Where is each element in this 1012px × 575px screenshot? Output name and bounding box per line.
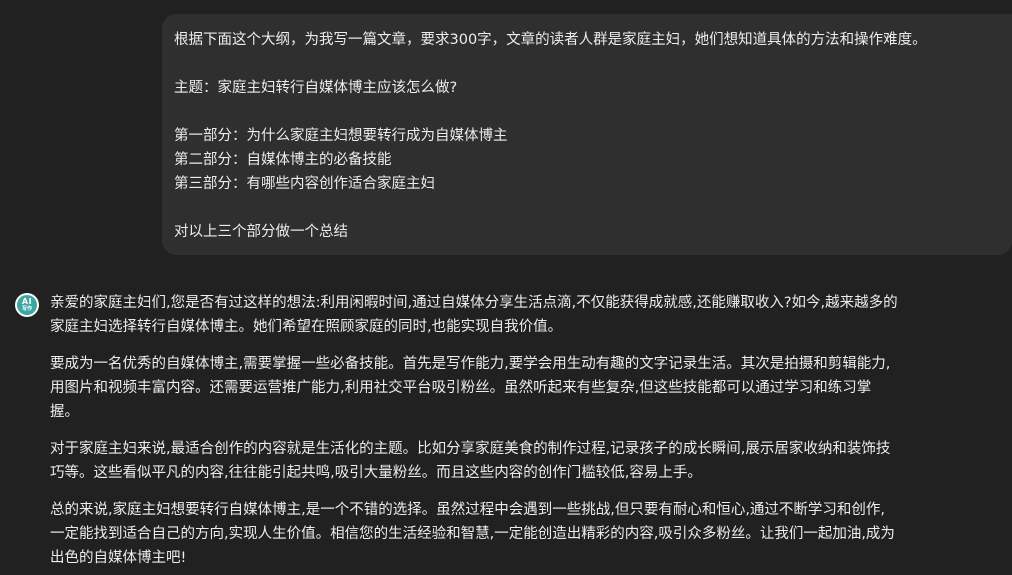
assistant-answer-text: 亲爱的家庭主妇们,您是否有过这样的想法:利用闲暇时间,通过自媒体分享生活点滴,不…: [50, 291, 980, 575]
avatar-sublabel: 写作: [21, 306, 32, 312]
user-message-bubble: 根据下面这个大纲，为我写一篇文章，要求300字，文章的读者人群是家庭主妇，她们想…: [162, 14, 1012, 255]
user-message-line: 第一部分：为什么家庭主妇想要转行成为自媒体博主: [174, 128, 508, 144]
answer-line: 总的来说,家庭主妇想要转行自媒体博主,是一个不错的选择。虽然过程中会遇到一些挑战…: [50, 502, 886, 518]
answer-line: 出色的自媒体博主吧!: [50, 550, 187, 566]
chat-conversation: 根据下面这个大纲，为我写一篇文章，要求300字，文章的读者人群是家庭主妇，她们想…: [0, 0, 1012, 575]
user-message-blank-line: [174, 196, 1000, 220]
answer-line: 亲爱的家庭主妇们,您是否有过这样的想法:利用闲暇时间,通过自媒体分享生活点滴,不…: [50, 295, 898, 311]
answer-paragraph: 对于家庭主妇来说,最适合创作的内容就是生活化的主题。比如分享家庭美食的制作过程,…: [50, 437, 980, 485]
user-message-blank-line: [174, 100, 1000, 124]
answer-line: 巧等。这些看似平凡的内容,往往能引起共鸣,吸引大量粉丝。而且这些内容的创作门槛较…: [50, 465, 702, 481]
user-message-blank-line: [174, 52, 1000, 76]
user-message-line: 主题：家庭主妇转行自媒体博主应该怎么做?: [174, 80, 458, 96]
answer-line: 家庭主妇选择转行自媒体博主。她们希望在照顾家庭的同时,也能实现自我价值。: [50, 319, 563, 335]
user-message-line: 第三部分：有哪些内容创作适合家庭主妇: [174, 176, 435, 192]
answer-paragraph: 亲爱的家庭主妇们,您是否有过这样的想法:利用闲暇时间,通过自媒体分享生活点滴,不…: [50, 291, 980, 339]
avatar-label: AI: [21, 297, 33, 306]
user-message-line: 第二部分：自媒体博主的必备技能: [174, 152, 392, 168]
answer-paragraph: 总的来说,家庭主妇想要转行自媒体博主,是一个不错的选择。虽然过程中会遇到一些挑战…: [50, 498, 980, 570]
answer-line: 握。: [50, 404, 79, 420]
ai-writing-avatar-icon: AI 写作: [15, 293, 39, 317]
answer-line: 要成为一名优秀的自媒体博主,需要掌握一些必备技能。首先是写作能力,要学会用生动有…: [50, 356, 891, 372]
avatar-badge: AI 写作: [17, 295, 37, 315]
answer-line: 一定能找到适合自己的方向,实现人生价值。相信您的生活经验和智慧,一定能创造出精彩…: [50, 526, 895, 542]
answer-paragraph: 要成为一名优秀的自媒体博主,需要掌握一些必备技能。首先是写作能力,要学会用生动有…: [50, 352, 980, 424]
user-message-line: 对以上三个部分做一个总结: [174, 224, 348, 240]
answer-line: 对于家庭主妇来说,最适合创作的内容就是生活化的主题。比如分享家庭美食的制作过程,…: [50, 441, 891, 457]
answer-line: 用图片和视频丰富内容。还需要运营推广能力,利用社交平台吸引粉丝。虽然听起来有些复…: [50, 380, 872, 396]
user-message-line: 根据下面这个大纲，为我写一篇文章，要求300字，文章的读者人群是家庭主妇，她们想…: [174, 32, 927, 48]
